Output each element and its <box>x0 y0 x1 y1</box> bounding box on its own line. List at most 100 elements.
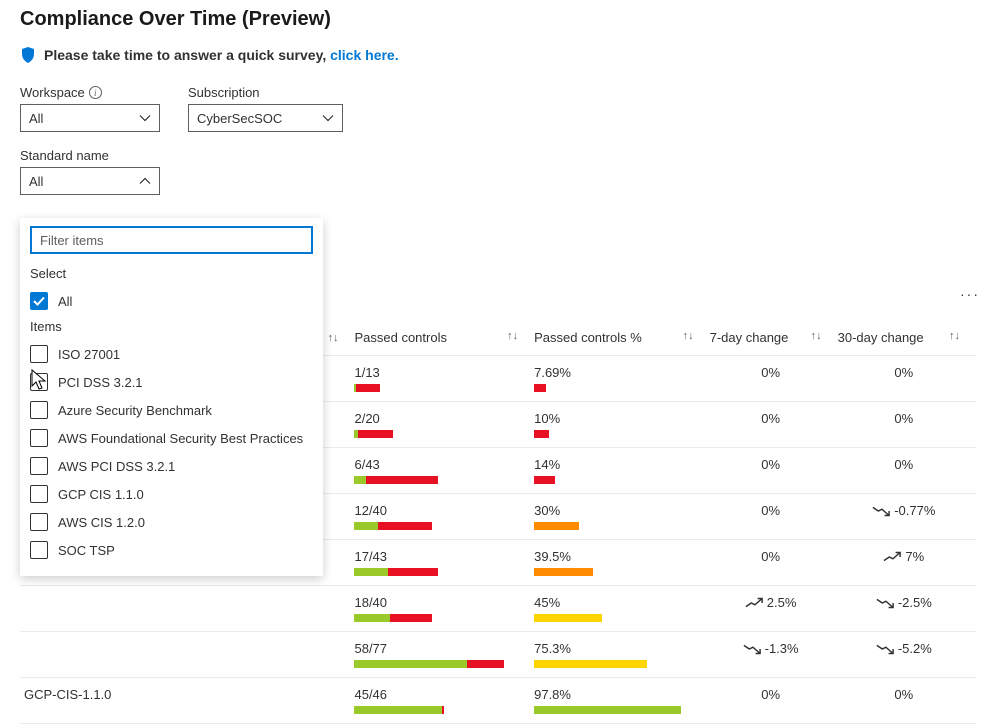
dropdown-option-label: Azure Security Benchmark <box>58 403 212 418</box>
checkbox-icon[interactable] <box>30 485 48 503</box>
workspace-value: All <box>29 111 43 126</box>
trend-indicator: 7% <box>883 549 924 564</box>
survey-link[interactable]: click here. <box>330 47 399 63</box>
shield-icon <box>20 47 36 63</box>
trend-indicator: -0.77% <box>872 503 935 518</box>
filter-items-input[interactable] <box>30 226 313 254</box>
more-actions-button[interactable]: ··· <box>960 286 980 302</box>
checkbox-icon[interactable] <box>30 457 48 475</box>
chevron-up-icon <box>139 175 151 187</box>
cell-pct: 45% <box>534 586 710 632</box>
dropdown-option-label: AWS Foundational Security Best Practices <box>58 431 303 446</box>
cell-passed: 17/43 <box>354 540 534 586</box>
pct-text: 30% <box>534 503 704 518</box>
cell-7day: 0% <box>710 448 838 494</box>
cell-7day: 2.5% <box>710 586 838 632</box>
select-section-label: Select <box>20 262 323 287</box>
table-row[interactable]: GCP-CIS-1.1.045/4697.8% 0% 0% <box>20 678 976 724</box>
cell-passed: 45/46 <box>354 678 534 724</box>
checkbox-icon[interactable] <box>30 429 48 447</box>
standard-name-select[interactable]: All <box>20 167 160 195</box>
pct-text: 45% <box>534 595 704 610</box>
subscription-label: Subscription <box>188 85 260 100</box>
dropdown-option-label: PCI DSS 3.2.1 <box>58 375 143 390</box>
sort-icon[interactable]: ↑↓ <box>507 330 518 342</box>
cell-30day: -5.2% <box>838 632 976 678</box>
cell-pct: 97.8% <box>534 678 710 724</box>
workspace-label: Workspace <box>20 85 85 100</box>
checkbox-icon[interactable] <box>30 541 48 559</box>
sort-icon[interactable]: ↑↓ <box>327 332 338 344</box>
trend-indicator: -1.3% <box>743 641 799 656</box>
cell-pct: 14% <box>534 448 710 494</box>
cell-30day: -2.5% <box>838 586 976 632</box>
cell-standard <box>20 632 354 678</box>
sort-icon[interactable]: ↑↓ <box>683 330 694 342</box>
checkbox-icon[interactable] <box>30 513 48 531</box>
cell-standard <box>20 586 354 632</box>
cell-30day: 0% <box>838 678 976 724</box>
cell-7day: 0% <box>710 678 838 724</box>
dropdown-option[interactable]: PCI DSS 3.2.1 <box>20 368 323 396</box>
dropdown-option-all[interactable]: All <box>20 287 323 315</box>
standard-name-dropdown: Select All Items ISO 27001 PCI DSS 3.2.1 A… <box>20 218 323 576</box>
dropdown-option-label: All <box>58 294 72 309</box>
col-header-pct[interactable]: Passed controls % ↑↓ <box>534 320 710 356</box>
cell-pct: 39.5% <box>534 540 710 586</box>
cell-pct: 10% <box>534 402 710 448</box>
dropdown-option-label: AWS PCI DSS 3.2.1 <box>58 459 175 474</box>
sort-icon[interactable]: ↑↓ <box>811 330 822 342</box>
passed-text: 58/77 <box>354 641 528 656</box>
trend-indicator: 0% <box>761 503 780 518</box>
passed-text: 17/43 <box>354 549 528 564</box>
sort-icon[interactable]: ↑↓ <box>949 330 960 342</box>
trend-indicator: 0% <box>761 549 780 564</box>
dropdown-option-label: AWS CIS 1.2.0 <box>58 515 145 530</box>
workspace-select[interactable]: All <box>20 104 160 132</box>
dropdown-option[interactable]: Azure Security Benchmark <box>20 396 323 424</box>
pct-text: 10% <box>534 411 704 426</box>
trend-indicator: 0% <box>761 687 780 702</box>
passed-text: 12/40 <box>354 503 528 518</box>
pct-text: 97.8% <box>534 687 704 702</box>
dropdown-option[interactable]: ISO 27001 <box>20 340 323 368</box>
col-header-passed[interactable]: Passed controls ↑↓ <box>354 320 534 356</box>
dropdown-option[interactable]: AWS CIS 1.2.0 <box>20 508 323 536</box>
passed-text: 18/40 <box>354 595 528 610</box>
subscription-select[interactable]: CyberSecSOC <box>188 104 343 132</box>
cell-30day: 7% <box>838 540 976 586</box>
col-header-30day[interactable]: 30-day change ↑↓ <box>838 320 976 356</box>
trend-indicator: 0% <box>761 411 780 426</box>
trend-indicator: 2.5% <box>745 595 797 610</box>
col-header-7day[interactable]: 7-day change ↑↓ <box>710 320 838 356</box>
checkbox-icon[interactable] <box>30 345 48 363</box>
dropdown-option[interactable]: AWS Foundational Security Best Practices <box>20 424 323 452</box>
cell-30day: 0% <box>838 402 976 448</box>
table-row[interactable]: 58/77 75.3% -1.3% -5.2% <box>20 632 976 678</box>
cell-passed: 58/77 <box>354 632 534 678</box>
dropdown-option-label: GCP CIS 1.1.0 <box>58 487 144 502</box>
info-icon[interactable]: i <box>89 86 102 99</box>
items-section-label: Items <box>20 315 323 340</box>
dropdown-option-label: ISO 27001 <box>58 347 120 362</box>
dropdown-option[interactable]: AWS PCI DSS 3.2.1 <box>20 452 323 480</box>
pct-text: 75.3% <box>534 641 704 656</box>
checkbox-icon[interactable] <box>30 292 48 310</box>
trend-indicator: 0% <box>894 687 913 702</box>
cell-30day: 0% <box>838 448 976 494</box>
checkbox-icon[interactable] <box>30 401 48 419</box>
dropdown-option[interactable]: SOC TSP <box>20 536 323 564</box>
cell-7day: 0% <box>710 402 838 448</box>
pct-text: 7.69% <box>534 365 704 380</box>
cell-standard: GCP-CIS-1.1.0 <box>20 678 354 724</box>
standard-name-value: All <box>29 174 43 189</box>
dropdown-option[interactable]: GCP CIS 1.1.0 <box>20 480 323 508</box>
subscription-value: CyberSecSOC <box>197 111 282 126</box>
table-row[interactable]: 18/40 45% 2.5% -2.5% <box>20 586 976 632</box>
dropdown-option-label: SOC TSP <box>58 543 115 558</box>
checkbox-icon[interactable] <box>30 373 48 391</box>
cell-7day: -1.3% <box>710 632 838 678</box>
pct-text: 14% <box>534 457 704 472</box>
trend-indicator: -2.5% <box>876 595 932 610</box>
chevron-down-icon <box>139 112 151 124</box>
